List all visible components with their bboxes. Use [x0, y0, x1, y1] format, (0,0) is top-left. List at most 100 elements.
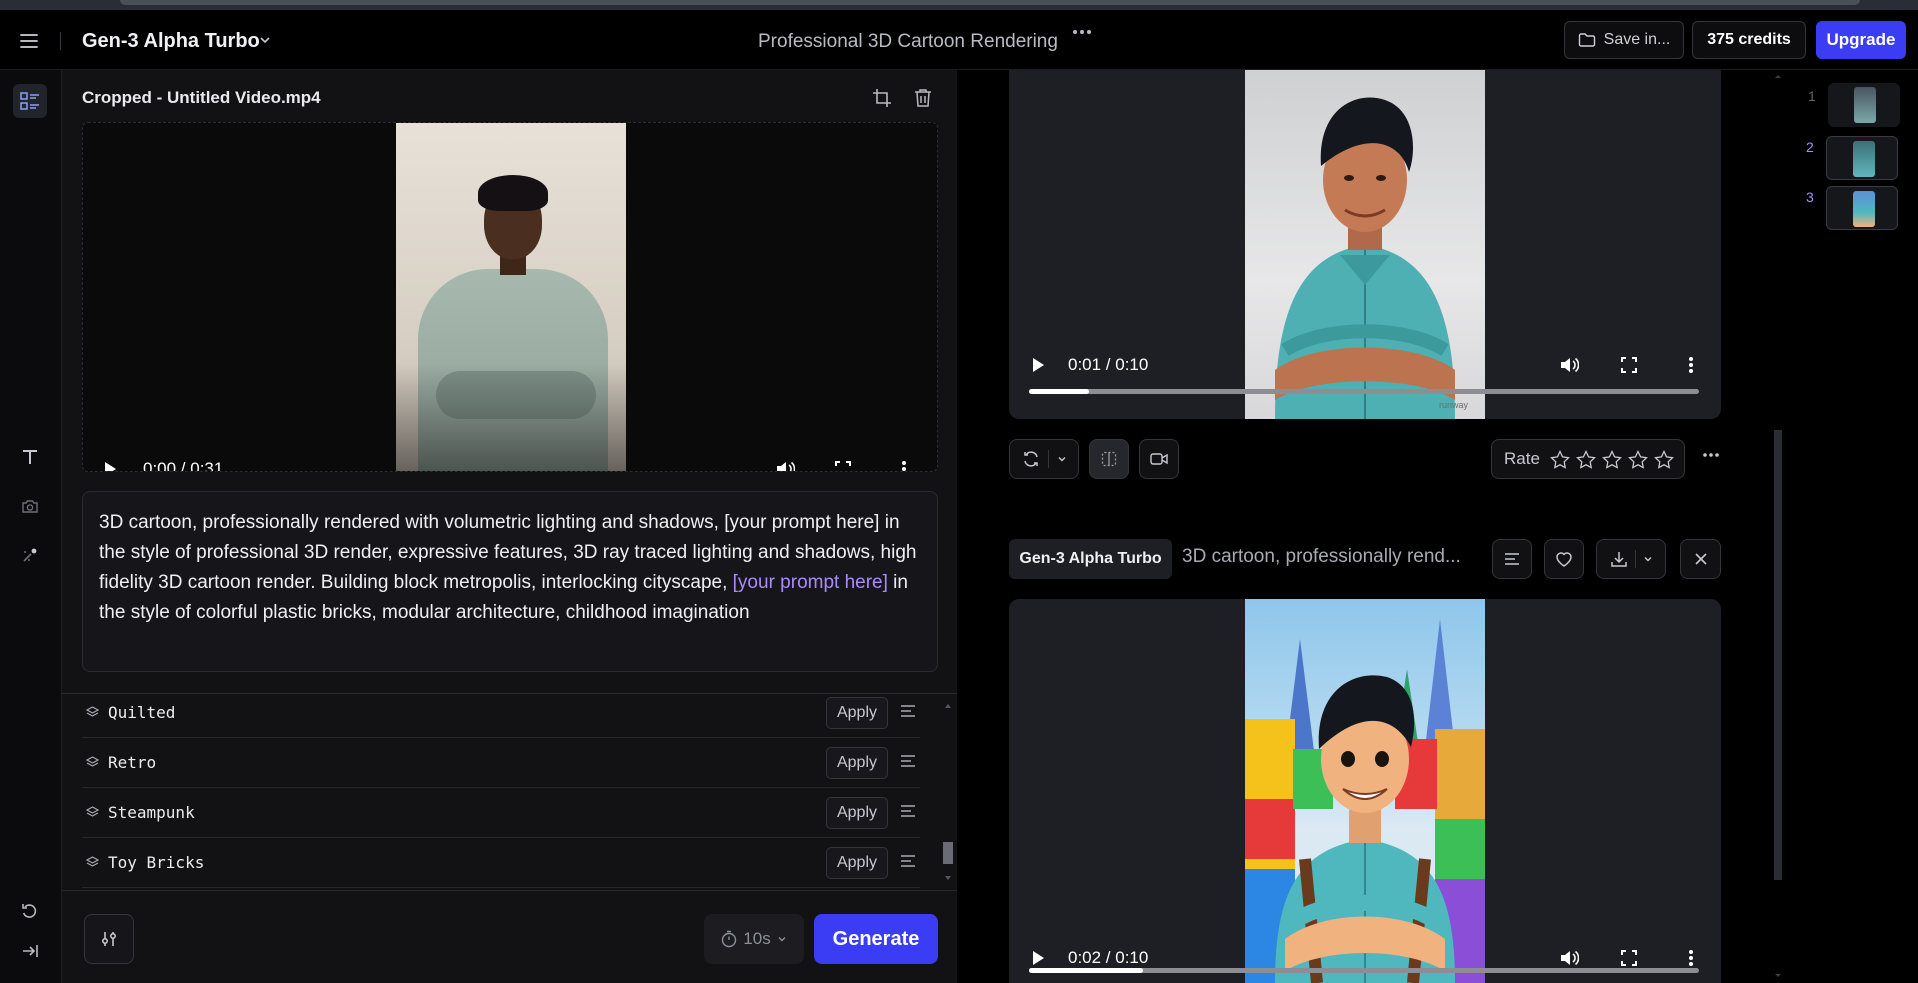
style-row-retro: Retro Apply — [82, 738, 920, 788]
motion-brush-icon[interactable] — [13, 538, 47, 572]
star-icon[interactable] — [1601, 449, 1622, 469]
star-icon[interactable] — [1653, 449, 1674, 469]
close-icon — [1694, 552, 1708, 566]
style-name: Toy Bricks — [108, 853, 205, 872]
person-hair — [478, 175, 548, 211]
duration-select[interactable]: 10s — [704, 914, 804, 964]
credits-button[interactable]: 375 credits — [1692, 21, 1806, 59]
rating-widget[interactable]: Rate — [1491, 439, 1685, 479]
thumbnail-image — [1854, 87, 1876, 123]
download-button[interactable] — [1596, 539, 1666, 579]
split-view-button[interactable] — [1089, 439, 1129, 479]
crop-icon[interactable] — [872, 88, 892, 108]
star-icon[interactable] — [1549, 449, 1570, 469]
header-divider — [60, 32, 61, 50]
play-icon[interactable] — [103, 449, 117, 471]
reset-icon[interactable] — [13, 894, 47, 928]
output2-prompt-preview[interactable]: 3D cartoon, professionally rend... — [1182, 546, 1461, 568]
more-options-icon[interactable] — [1072, 29, 1092, 35]
thumbnail-number: 2 — [1806, 139, 1814, 155]
video-options-icon[interactable] — [901, 449, 907, 471]
output1-progress-bar[interactable] — [1029, 389, 1699, 394]
apply-style-button[interactable]: Apply — [826, 747, 888, 779]
star-icon[interactable] — [1575, 449, 1596, 469]
sliders-icon — [100, 930, 118, 948]
style-details-icon[interactable] — [900, 704, 916, 718]
fullscreen-icon[interactable] — [1621, 345, 1637, 385]
prompt-textarea[interactable]: 3D cartoon, professionally rendered with… — [82, 491, 938, 672]
close-output-button[interactable] — [1680, 539, 1721, 579]
chevron-down-icon — [777, 934, 787, 944]
folder-icon — [1578, 32, 1596, 48]
style-details-icon[interactable] — [900, 804, 916, 818]
inputs-panel-icon[interactable] — [13, 84, 47, 118]
style-name: Quilted — [108, 703, 176, 722]
thumbnail-number: 3 — [1806, 189, 1814, 205]
button-divider — [1047, 450, 1049, 468]
output1-video-time: 0:01 / 0:10 — [1068, 355, 1149, 374]
browser-top-strip — [0, 0, 1918, 10]
progress-fill — [1029, 968, 1143, 973]
chair-shadow — [396, 363, 626, 471]
fullscreen-icon[interactable] — [835, 449, 851, 471]
apply-style-button[interactable]: Apply — [826, 697, 888, 729]
view-prompt-button[interactable] — [1492, 539, 1532, 579]
output-video-player-2[interactable]: 0:02 / 0:10 — [1009, 599, 1721, 983]
style-name: Steampunk — [108, 803, 195, 822]
feed-scrollbar[interactable] — [1772, 70, 1784, 983]
save-in-label: Save in... — [1603, 31, 1671, 48]
reuse-settings-button[interactable] — [1009, 439, 1079, 479]
star-icon[interactable] — [1627, 449, 1648, 469]
split-icon — [1101, 451, 1117, 467]
upgrade-button[interactable]: Upgrade — [1816, 21, 1906, 59]
output-video-player-1[interactable]: runway 0:01 / 0:10 — [1009, 70, 1721, 419]
camera-icon[interactable] — [13, 489, 47, 523]
heart-icon — [1555, 551, 1573, 567]
play-icon[interactable] — [1031, 345, 1045, 385]
thumbnail-image — [1853, 141, 1875, 177]
layers-icon — [86, 706, 108, 719]
style-details-icon[interactable] — [900, 754, 916, 768]
thumbnail-3[interactable] — [1826, 186, 1898, 230]
style-row-steampunk: Steampunk Apply — [82, 788, 920, 838]
model-selector-label[interactable]: Gen-3 Alpha Turbo — [82, 30, 260, 53]
download-icon — [1610, 550, 1628, 568]
top-scrollbar — [120, 0, 1860, 5]
input-file-name: Cropped - Untitled Video.mp4 — [82, 88, 321, 107]
chevron-down-icon — [1643, 554, 1653, 564]
input-video-player[interactable]: 0:00 / 0:31 — [82, 122, 938, 472]
duration-value: 10s — [743, 929, 771, 948]
prompt-placeholder-highlight: [your prompt here] — [732, 572, 888, 593]
video-options-icon[interactable] — [1688, 345, 1694, 385]
watermark: runway — [1439, 400, 1469, 410]
button-divider — [1634, 550, 1636, 568]
apply-style-button[interactable]: Apply — [826, 797, 888, 829]
output2-progress-bar[interactable] — [1029, 968, 1699, 973]
thumbnail-1[interactable] — [1828, 83, 1900, 127]
settings-button[interactable] — [84, 914, 134, 964]
thumbnail-2[interactable] — [1826, 136, 1898, 180]
text-tool-icon[interactable] — [13, 440, 47, 474]
thumbnail-number: 1 — [1808, 88, 1816, 104]
output-video-frame-2 — [1245, 599, 1485, 983]
input-video-time: 0:00 / 0:31 — [143, 459, 224, 472]
style-row-quilted: Quilted Apply — [82, 688, 920, 738]
video-camera-button[interactable] — [1139, 439, 1179, 479]
generate-button[interactable]: Generate — [814, 914, 938, 964]
volume-icon[interactable] — [775, 449, 795, 471]
chevron-down-icon[interactable] — [258, 33, 272, 47]
collapse-panel-icon[interactable] — [13, 934, 47, 968]
more-options-icon[interactable] — [1702, 452, 1720, 458]
save-in-button[interactable]: Save in... — [1564, 21, 1684, 59]
apply-style-button[interactable]: Apply — [826, 847, 888, 879]
styles-scrollbar[interactable] — [940, 700, 956, 886]
project-title[interactable]: Professional 3D Cartoon Rendering — [758, 31, 1058, 53]
favorite-button[interactable] — [1544, 539, 1584, 579]
menu-icon[interactable] — [18, 30, 40, 52]
layers-icon — [86, 856, 108, 869]
progress-fill — [1029, 389, 1090, 394]
trash-icon[interactable] — [914, 88, 932, 108]
style-details-icon[interactable] — [900, 854, 916, 868]
layers-icon — [86, 756, 108, 769]
volume-icon[interactable] — [1559, 345, 1579, 385]
